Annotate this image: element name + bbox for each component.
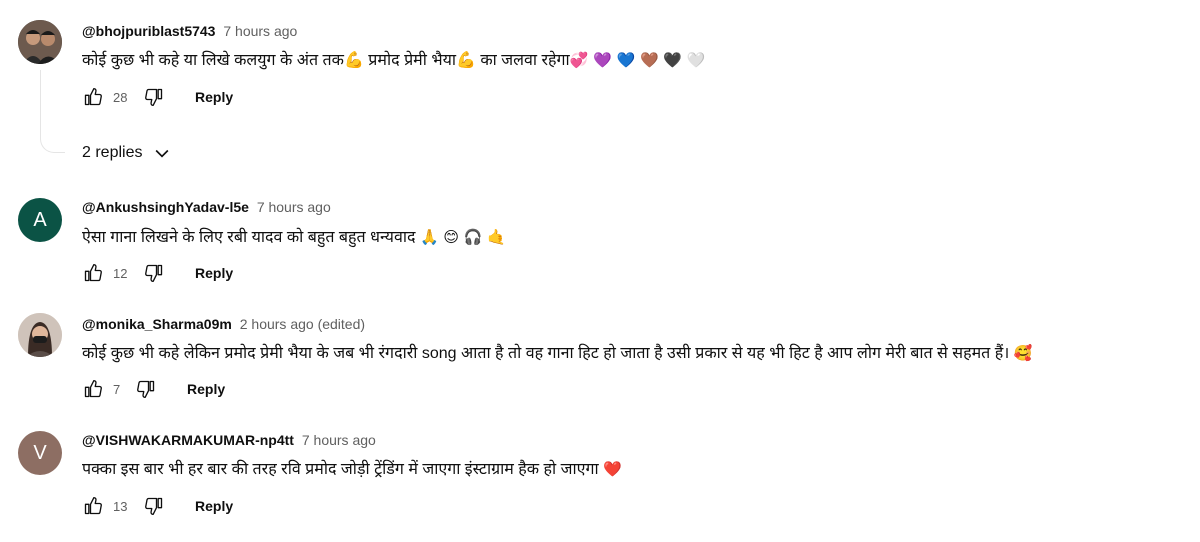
comment-emojis: 💞 💜 💙 🤎 🖤 🤍 [569,51,706,69]
comment-text: कोई कुछ भी कहे या लिखे कलयुग के अंत तक💪 … [82,49,706,72]
avatar[interactable] [18,313,62,357]
comment-text-content: कोई कुछ भी कहे या लिखे कलयुग के अंत तक💪 … [82,52,570,69]
author-name[interactable]: @bhojpuriblast5743 [82,23,215,39]
comment-text-content: कोई कुछ भी कहे लेकिन प्रमोद प्रेमी भैया … [82,345,1010,362]
like-count: 7 [113,381,121,397]
reply-button[interactable]: Reply [187,381,225,397]
avatar-photo [18,313,62,357]
like-count: 13 [113,498,128,514]
like-button[interactable] [82,495,104,517]
avatar[interactable] [18,20,62,64]
comment-emojis: 🙏 😊 🎧 🤙 [419,228,506,246]
comment-actions: 12 Reply [82,261,233,285]
comment-text: ऐसा गाना लिखने के लिए रबी यादव को बहुत ब… [82,226,506,249]
comment-text: कोई कुछ भी कहे लेकिन प्रमोद प्रेमी भैया … [82,342,1032,365]
comment-header: @bhojpuriblast5743 7 hours ago [82,23,297,39]
like-button[interactable] [82,262,104,284]
comment-text: पक्का इस बार भी हर बार की तरह रवि प्रमोद… [82,458,622,481]
comment-actions: 13 Reply [82,494,233,518]
thread-connector [40,70,65,153]
like-count: 28 [113,89,128,105]
dislike-button[interactable] [143,495,165,517]
thumbs-down-icon [137,380,155,398]
comment-text-content: पक्का इस बार भी हर बार की तरह रवि प्रमोद… [82,461,599,478]
replies-toggle[interactable]: 2 replies [82,143,172,163]
chevron-down-icon [152,143,172,163]
thumbs-up-icon [84,497,102,515]
comment-header: @VISHWAKARMAKUMAR-np4tt 7 hours ago [82,432,376,448]
thumbs-down-icon [145,264,163,282]
like-button[interactable] [82,86,104,108]
thumbs-up-icon [84,264,102,282]
avatar-photo [18,20,62,64]
comment-text-content: ऐसा गाना लिखने के लिए रबी यादव को बहुत ब… [82,229,416,246]
author-name[interactable]: @monika_Sharma09m [82,316,232,332]
dislike-button[interactable] [143,86,165,108]
dislike-button[interactable] [135,378,157,400]
comment-emojis: 🥰 [1013,344,1033,362]
thumbs-down-icon [145,88,163,107]
comment-actions: 7 Reply [82,377,225,401]
like-button[interactable] [82,378,104,400]
avatar[interactable]: A [18,198,62,242]
comment-emojis: ❤️ [603,460,622,478]
thumbs-up-icon [84,380,102,398]
timestamp[interactable]: 2 hours ago (edited) [240,316,365,332]
timestamp[interactable]: 7 hours ago [223,23,297,39]
avatar[interactable]: V [18,431,62,475]
dislike-button[interactable] [143,262,165,284]
author-name[interactable]: @AnkushsinghYadav-l5e [82,199,249,215]
comment-header: @AnkushsinghYadav-l5e 7 hours ago [82,199,331,215]
comment-header: @monika_Sharma09m 2 hours ago (edited) [82,316,365,332]
reply-button[interactable]: Reply [195,89,233,105]
like-count: 12 [113,265,128,281]
replies-count-label: 2 replies [82,144,143,161]
avatar-initial: A [33,208,47,231]
timestamp[interactable]: 7 hours ago [302,432,376,448]
reply-button[interactable]: Reply [195,498,233,514]
timestamp[interactable]: 7 hours ago [257,199,331,215]
comment-actions: 28 Reply [82,85,233,109]
author-name[interactable]: @VISHWAKARMAKUMAR-np4tt [82,432,294,448]
avatar-initial: V [33,441,47,464]
thumbs-down-icon [145,497,163,515]
thumbs-up-icon [84,88,102,106]
reply-button[interactable]: Reply [195,265,233,281]
